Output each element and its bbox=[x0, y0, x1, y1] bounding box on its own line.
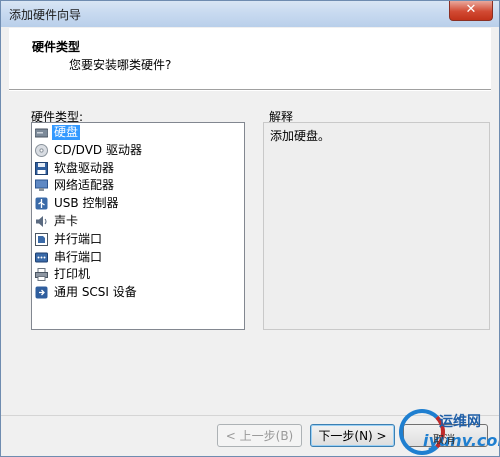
list-item[interactable]: 通用 SCSI 设备 bbox=[35, 284, 139, 301]
usb-icon bbox=[35, 197, 48, 210]
page-title: 硬件类型 bbox=[32, 40, 81, 54]
list-item-label: 打印机 bbox=[54, 267, 91, 282]
scsi-icon bbox=[35, 286, 48, 299]
list-item[interactable]: 串行端口 bbox=[35, 249, 104, 266]
header-divider bbox=[9, 89, 491, 91]
watermark-cn: 运维网 bbox=[439, 414, 481, 430]
explanation-text: 添加硬盘。 bbox=[270, 129, 331, 143]
close-button[interactable]: ✕ bbox=[449, 1, 493, 21]
page-subtitle: 您要安装哪类硬件? bbox=[69, 58, 172, 72]
cancel-button-label: 取消 bbox=[433, 433, 455, 446]
list-item-label: 软盘驱动器 bbox=[54, 160, 115, 175]
list-item[interactable]: 并行端口 bbox=[35, 231, 104, 248]
list-item-label: USB 控制器 bbox=[54, 196, 119, 211]
parallel-port-icon bbox=[35, 232, 48, 246]
hardware-type-list[interactable]: 硬盘 CD/DVD 驱动器 软盘驱动器网络适配器 USB 控制器 声卡并行端口串行端口打… bbox=[31, 122, 245, 330]
list-item[interactable]: USB 控制器 bbox=[35, 195, 120, 212]
list-item[interactable]: 网络适配器 bbox=[35, 177, 116, 194]
hard-disk-icon bbox=[34, 126, 49, 139]
explanation-panel: 添加硬盘。 bbox=[263, 122, 490, 330]
list-item-label: 硬盘 bbox=[52, 125, 81, 140]
back-button[interactable]: < 上一步(B) bbox=[217, 424, 302, 447]
list-item-label: 通用 SCSI 设备 bbox=[54, 285, 137, 300]
list-item-label: 串行端口 bbox=[54, 249, 103, 264]
sound-card-icon bbox=[35, 215, 48, 228]
network-adapter-icon bbox=[35, 179, 48, 192]
cd-dvd-icon bbox=[35, 143, 48, 157]
serial-port-icon bbox=[35, 251, 48, 264]
list-item-label: 声卡 bbox=[54, 214, 79, 228]
list-item[interactable]: 声卡 bbox=[35, 213, 80, 230]
next-button[interactable]: 下一步(N) > bbox=[310, 424, 395, 447]
wizard-header: 硬件类型 您要安装哪类硬件? bbox=[9, 28, 491, 89]
list-item-label: CD/DVD 驱动器 bbox=[54, 142, 142, 157]
list-item[interactable]: CD/DVD 驱动器 bbox=[35, 142, 144, 159]
floppy-icon bbox=[35, 161, 48, 175]
close-icon: ✕ bbox=[465, 2, 477, 17]
watermark-logo: 运维网 iyunv.com 取消 bbox=[395, 405, 499, 456]
list-item[interactable]: 硬盘 bbox=[34, 124, 81, 141]
list-item[interactable]: 打印机 bbox=[35, 266, 92, 283]
title-bar[interactable]: 添加硬件向导 ✕ bbox=[1, 1, 499, 27]
add-hardware-wizard-window: 添加硬件向导 ✕ 硬件类型 您要安装哪类硬件? 硬件类型: 硬盘 CD/DVD 驱… bbox=[0, 0, 500, 457]
list-item-label: 网络适配器 bbox=[54, 178, 115, 193]
list-item-label: 并行端口 bbox=[54, 231, 103, 246]
list-item[interactable]: 软盘驱动器 bbox=[35, 160, 116, 177]
window-title: 添加硬件向导 bbox=[9, 8, 82, 22]
printer-icon bbox=[35, 268, 48, 282]
